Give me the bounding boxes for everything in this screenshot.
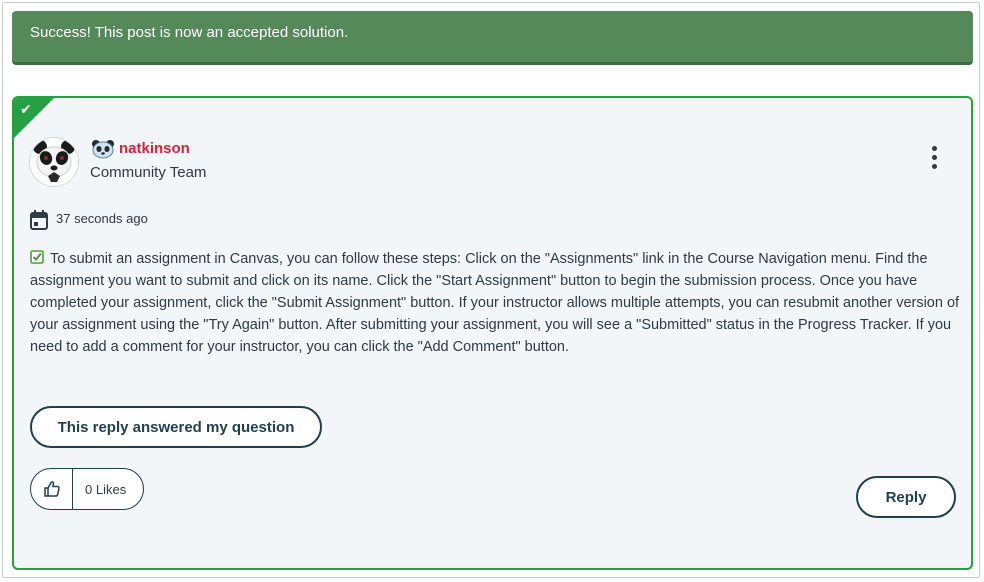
post-body: To submit an assignment in Canvas, you c… [30,248,960,358]
panda-avatar-icon [30,138,78,186]
post-options-menu-button[interactable] [926,146,942,176]
check-icon: ✔ [20,101,32,117]
success-message: Success! This post is now an accepted so… [30,24,349,41]
kebab-menu-icon [931,146,937,151]
kebab-dot [931,155,937,160]
likes-count[interactable]: 0 Likes [85,482,126,497]
kebab-dot [931,164,937,169]
post-timestamp: 37 seconds ago [56,211,148,226]
post-body-text: To submit an assignment in Canvas, you c… [30,251,960,355]
calendar-icon [30,210,48,230]
likes-widget: 0 Likes [30,468,144,510]
post-card: ✔ natkinson Community Team 37 seconds ag… [12,96,973,570]
success-banner: Success! This post is now an accepted so… [12,11,973,65]
accept-solution-button[interactable]: This reply answered my question [30,406,322,448]
avatar[interactable] [29,137,79,187]
like-button[interactable] [31,469,73,509]
author-role: Community Team [90,164,207,181]
reply-button[interactable]: Reply [856,476,956,518]
thumbs-up-icon [44,481,60,497]
author-name-link[interactable]: natkinson [119,140,190,157]
panda-rank-icon [92,140,114,159]
checkbox-checked-icon [30,250,44,264]
